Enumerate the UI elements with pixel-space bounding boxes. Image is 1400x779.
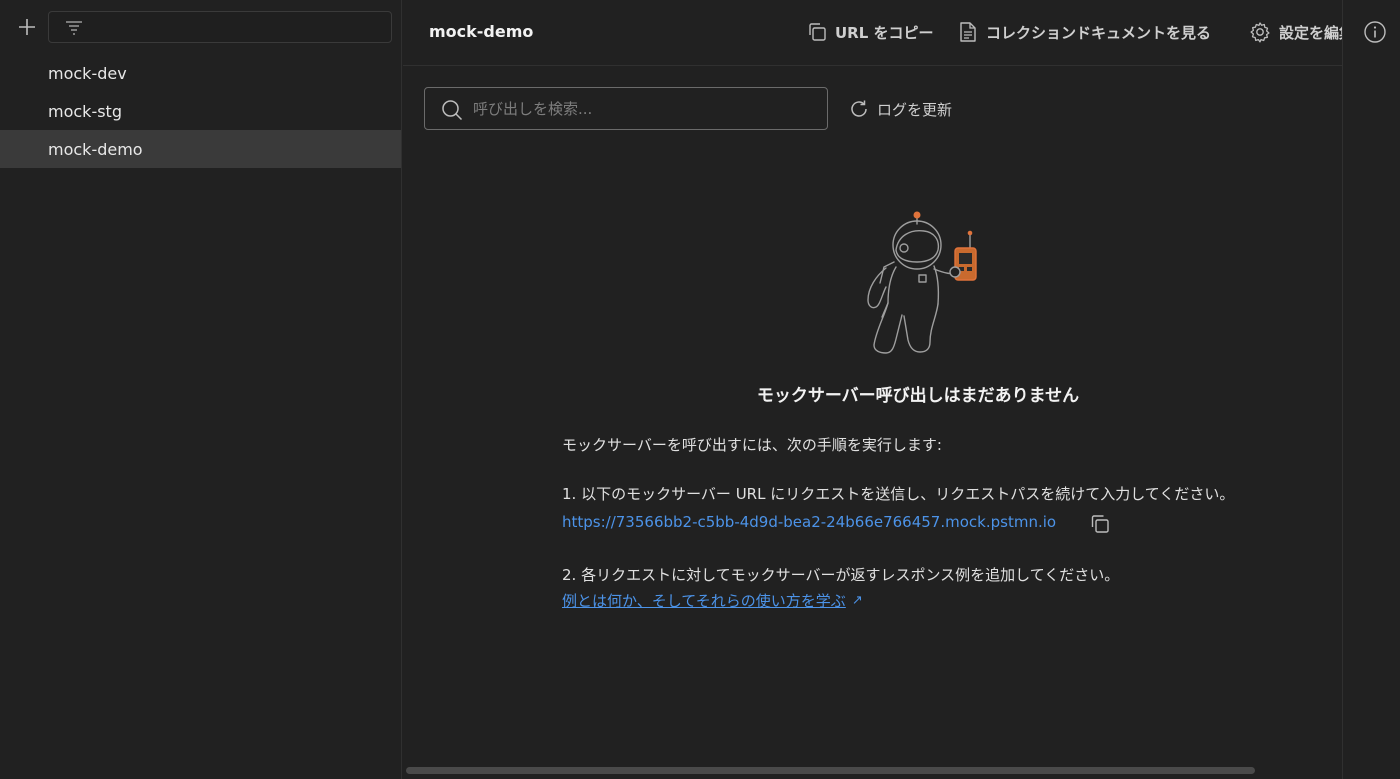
filter-icon [66, 21, 82, 35]
sidebar: mock-dev mock-stg mock-demo [0, 0, 402, 779]
learn-examples-label: 例とは何か、そしてそれらの使い方を学ぶ [562, 592, 846, 610]
refresh-logs-button[interactable]: ログを更新 [849, 96, 952, 122]
refresh-label: ログを更新 [877, 100, 953, 119]
step-2-text: 2. 各リクエストに対してモックサーバーが返すレスポンス例を追加してください。 [562, 566, 1120, 584]
view-docs-label: コレクションドキュメントを見る [986, 23, 1212, 42]
learn-examples-link[interactable]: 例とは何か、そしてそれらの使い方を学ぶ ↗ [562, 590, 863, 611]
mock-server-url-link[interactable]: https://73566bb2-c5bb-4d9d-bea2-24b66e76… [562, 513, 1056, 531]
step-1-text: 1. 以下のモックサーバー URL にリクエストを送信し、リクエストパスを続けて… [562, 485, 1235, 503]
view-docs-button[interactable]: コレクションドキュメントを見る [958, 18, 1211, 46]
info-icon[interactable] [1363, 20, 1387, 44]
right-rail [1342, 0, 1400, 779]
search-calls-field[interactable] [424, 87, 828, 130]
plus-icon [19, 19, 35, 35]
copy-icon [809, 23, 826, 41]
search-input[interactable] [473, 94, 813, 123]
app-window: mock-dev mock-stg mock-demo mock-demo UR… [0, 0, 1400, 779]
refresh-icon [851, 100, 867, 117]
sidebar-item-label: mock-dev [48, 63, 127, 83]
edit-settings-label: 設定を編集 [1279, 23, 1342, 42]
main-header: mock-demo URL をコピー コレクションドキュメントを見る 設定を編集 [403, 0, 1342, 66]
gear-icon [1250, 22, 1270, 43]
sidebar-toolbar [0, 0, 402, 52]
add-mock-server-button[interactable] [12, 12, 42, 42]
copy-url-icon[interactable] [1089, 513, 1111, 535]
empty-state-title: モックサーバー呼び出しはまだありません [756, 386, 1080, 406]
document-icon [960, 22, 976, 42]
page-title: mock-demo [429, 22, 534, 41]
astronaut-illustration [867, 211, 977, 354]
instructions-intro: モックサーバーを呼び出すには、次の手順を実行します: [562, 436, 942, 454]
sidebar-item-label: mock-demo [48, 139, 143, 159]
search-icon [442, 100, 463, 121]
sidebar-item-mock-demo[interactable]: mock-demo [0, 130, 401, 168]
sidebar-item-label: mock-stg [48, 101, 122, 121]
external-link-icon: ↗ [851, 593, 863, 608]
filter-input[interactable] [48, 11, 392, 43]
sidebar-item-mock-stg[interactable]: mock-stg [0, 92, 401, 130]
mock-server-list: mock-dev mock-stg mock-demo [0, 54, 401, 168]
horizontal-scrollbar[interactable] [406, 767, 1255, 774]
copy-url-label: URL をコピー [835, 23, 934, 42]
copy-url-button[interactable]: URL をコピー [807, 18, 934, 46]
sidebar-item-mock-dev[interactable]: mock-dev [0, 54, 401, 92]
edit-settings-button[interactable]: 設定を編集 [1249, 18, 1342, 46]
